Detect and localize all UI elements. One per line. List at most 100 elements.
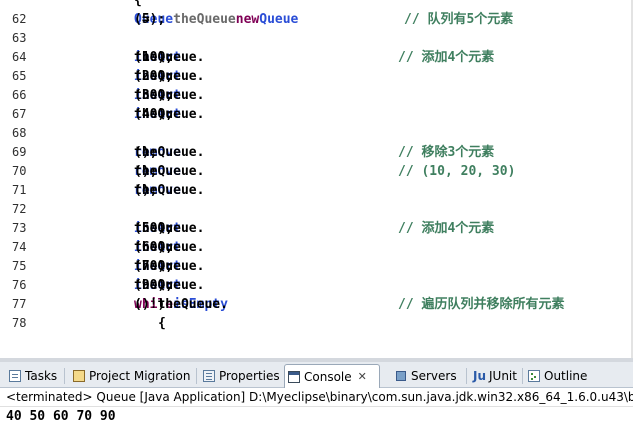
code-token: new: [235, 12, 260, 27]
code-comment: // 遍历队列并移除所有元素: [398, 297, 565, 312]
code-text: theQueue. insert (20);: [134, 67, 204, 86]
line-number: 78: [12, 316, 27, 330]
code-token: (20);: [134, 69, 174, 84]
line-number: 69: [12, 145, 27, 159]
code-text: theQueue. insert (60);: [134, 238, 204, 257]
line-number: 77: [12, 297, 27, 311]
tab-label: Properties: [219, 369, 280, 383]
tasks-icon: [9, 370, 21, 382]
code-token: (10);: [134, 50, 174, 65]
line-number: 76: [12, 278, 27, 292]
code-text: theQueue. remove ();: [134, 162, 204, 181]
line-number: 70: [12, 164, 27, 178]
line-number: 73: [12, 221, 27, 235]
properties-icon: [203, 370, 215, 382]
line-number: 67: [12, 107, 27, 121]
line-number: 74: [12, 240, 27, 254]
servers-icon: [395, 370, 407, 382]
console-icon: [288, 370, 300, 383]
tab-label: Tasks: [25, 369, 58, 383]
code-token: Queue: [259, 12, 299, 27]
outline-icon: [528, 370, 540, 382]
tab-label: JUnit: [489, 369, 517, 383]
code-line: 67 theQueue. insert (40);: [0, 105, 633, 124]
line-number: 72: [12, 202, 27, 216]
code-token: (30);: [134, 88, 174, 103]
tab-servers[interactable]: Servers: [392, 365, 464, 387]
code-comment: // 移除3个元素: [398, 145, 495, 160]
project-migration-icon: [73, 370, 85, 382]
line-number: 62: [12, 12, 27, 26]
code-comment: // 队列有5个元素: [404, 12, 514, 27]
code-text: while( !theQueue. isEmpty() ): [134, 295, 228, 314]
code-line: 78 {: [0, 314, 633, 333]
code-token: (70);: [134, 259, 174, 274]
code-line: 74 theQueue. insert (60);: [0, 238, 633, 257]
code-text: theQueue. remove ();: [134, 181, 204, 200]
console-output: 40 50 60 70 90: [6, 409, 116, 424]
tab-outline[interactable]: Outline: [525, 365, 589, 387]
code-line: 66 theQueue. insert (30);: [0, 86, 633, 105]
tab-label: Outline: [544, 369, 588, 383]
code-token: (60);: [134, 240, 174, 255]
code-token: (5);: [134, 12, 166, 27]
code-token: ();: [134, 183, 158, 198]
bottom-panel-tabs: Tasks Project Migration Properties Console ✕…: [0, 362, 633, 388]
code-line: 75 theQueue. insert (70);: [0, 257, 633, 276]
line-number: 71: [12, 183, 27, 197]
code-token: () ): [134, 297, 166, 312]
code-line: 63: [0, 29, 633, 48]
code-line: 62 Queue theQueue = new Queue (5);// 队列有5…: [0, 10, 633, 29]
code-comment: // 添加4个元素: [398, 221, 495, 236]
tab-project-migration[interactable]: Project Migration: [70, 365, 194, 387]
code-line: 68: [0, 124, 633, 143]
code-comment: // 添加4个元素: [398, 50, 495, 65]
tab-properties[interactable]: Properties: [200, 365, 280, 387]
line-number: 75: [12, 259, 27, 273]
line-number: 66: [12, 88, 27, 102]
code-token: (40);: [134, 107, 174, 122]
code-line: 76 theQueue. insert (90);: [0, 276, 633, 295]
tab-separator: [466, 368, 467, 384]
code-line: 65 theQueue. insert (20);: [0, 67, 633, 86]
code-token: theQueue: [173, 12, 236, 27]
code-line: 70 theQueue. remove (); // (10, 20, 30): [0, 162, 633, 181]
tab-label: Console: [304, 369, 352, 384]
code-line: 72: [0, 200, 633, 219]
console-status: <terminated> Queue [Java Application] D:…: [0, 388, 633, 407]
tab-separator: [522, 368, 523, 384]
tab-junit[interactable]: Ju JUnit: [470, 365, 520, 387]
code-text: Queue theQueue = new Queue (5);: [134, 10, 298, 29]
tab-label: Project Migration: [89, 369, 191, 383]
tab-console[interactable]: Console ✕: [284, 364, 380, 388]
code-text: theQueue. insert (50);: [134, 219, 204, 238]
tab-separator: [196, 368, 197, 384]
code-line: 71 theQueue. remove ();: [0, 181, 633, 200]
tab-tasks[interactable]: Tasks: [6, 365, 62, 387]
code-token: {: [158, 316, 166, 331]
code-token: ();: [134, 164, 158, 179]
junit-icon: Ju: [473, 369, 487, 383]
close-icon[interactable]: ✕: [358, 370, 367, 383]
code-line: 64 theQueue. insert (10); // 添加4个元素: [0, 48, 633, 67]
code-editor[interactable]: { 62 Queue theQueue = new Queue (5);// 队列…: [0, 0, 633, 358]
code-token: ();: [134, 145, 158, 160]
code-text: theQueue. insert (40);: [134, 105, 204, 124]
code-text: theQueue. insert (30);: [134, 86, 204, 105]
line-number: 65: [12, 69, 27, 83]
code-text: theQueue. insert (70);: [134, 257, 204, 276]
tab-label: Servers: [411, 369, 457, 383]
code-line: 69 theQueue. remove (); // 移除3个元素: [0, 143, 633, 162]
line-number: 63: [12, 31, 27, 45]
code-text: theQueue. remove ();: [134, 143, 204, 162]
tab-separator: [64, 368, 65, 384]
code-token: (90);: [134, 278, 174, 293]
code-line: 73 theQueue. insert (50); // 添加4个元素: [0, 219, 633, 238]
line-number: 68: [12, 126, 27, 140]
code-text: theQueue. insert (90);: [134, 276, 204, 295]
code-line: 77 while( !theQueue. isEmpty() ) // 遍历队列并移除…: [0, 295, 633, 314]
code-comment: // (10, 20, 30): [398, 164, 516, 179]
console-output-area[interactable]: 40 50 60 70 90: [0, 407, 633, 446]
line-number: 64: [12, 50, 27, 64]
code-text: theQueue. insert (10);: [134, 48, 204, 67]
